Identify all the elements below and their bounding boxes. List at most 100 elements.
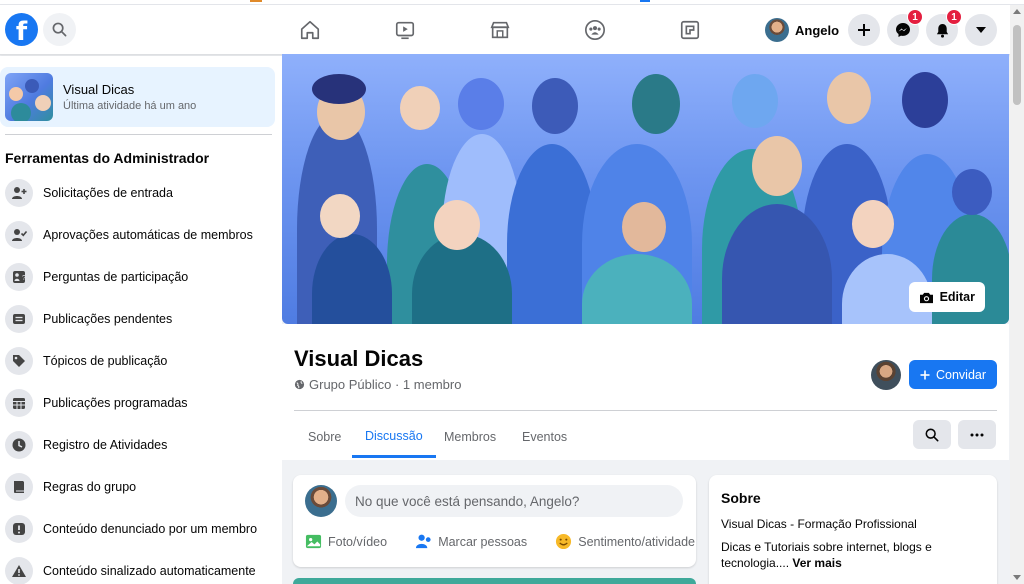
about-card: Sobre Visual Dicas - Formação Profission… [709,475,997,584]
admin-item-reported-content[interactable]: Conteúdo denunciado por um membro [5,508,275,550]
account-menu-button[interactable] [965,14,997,46]
group-search-button[interactable] [913,420,951,449]
admin-item-flagged-content[interactable]: Conteúdo sinalizado automaticamente [5,550,275,584]
tag-people-label: Marcar pessoas [438,534,528,549]
watch-icon [395,21,415,40]
admin-item-label: Publicações pendentes [43,312,173,326]
divider [5,134,272,135]
tag-icon [5,347,33,375]
admin-item-entry-requests[interactable]: Solicitações de entrada [5,172,275,214]
admin-item-label: Solicitações de entrada [43,186,173,200]
admin-item-activity-log[interactable]: Registro de Atividades [5,424,275,466]
notifications-button[interactable]: 1 [926,9,962,46]
tag-people-icon [416,534,431,549]
search-icon [925,428,939,441]
create-button[interactable] [848,14,880,46]
group-privacy-label: Grupo Público · 1 membro [309,377,462,392]
photo-video-button[interactable]: Foto/vídeo [305,533,387,550]
feeling-activity-button[interactable]: Sentimento/atividade [555,533,695,550]
admin-tools-heading: Ferramentas do Administrador [5,150,210,166]
alert-icon [5,515,33,543]
caret-down-icon [976,27,986,33]
plus-icon [858,24,870,36]
plus-icon [920,370,930,379]
admin-item-post-topics[interactable]: Tópicos de publicação [5,340,275,382]
tag-people-button[interactable]: Marcar pessoas [415,533,527,550]
scroll-thumb[interactable] [1013,25,1021,105]
admin-item-label: Registro de Atividades [43,438,168,452]
top-navigation: f Angelo 1 1 [0,5,1010,55]
admin-item-label: Regras do grupo [43,480,137,494]
more-icon [970,433,984,436]
question-icon: ? [5,263,33,291]
messenger-badge: 1 [907,9,923,25]
divider [294,410,997,411]
marketplace-icon [490,21,510,39]
feeling-activity-label: Sentimento/atividade [578,534,695,549]
calendar-icon [5,389,33,417]
edit-cover-button[interactable]: Editar [908,282,985,312]
admin-item-membership-questions[interactable]: ? Perguntas de participação [5,256,275,298]
avatar [305,485,337,517]
tab-discussion[interactable]: Discussão [352,416,436,458]
scroll-up-arrow[interactable] [1013,9,1021,14]
profile-name: Angelo [795,22,840,38]
composer-actions: Foto/vídeo Marcar pessoas Sentimento/ati… [305,533,695,550]
see-more-link[interactable]: Ver mais [792,556,841,570]
admin-item-scheduled-posts[interactable]: Publicações programadas [5,382,275,424]
admin-tools-list: Solicitações de entrada Aprovações autom… [5,172,275,584]
nav-groups[interactable] [575,15,615,45]
post-preview-strip [293,578,696,584]
about-subtitle: Visual Dicas - Formação Profissional [721,517,917,531]
page-scrollbar[interactable] [1010,5,1024,584]
group-activity: Última atividade há um ano [63,100,197,112]
admin-item-label: Publicações programadas [43,396,188,410]
admin-item-label: Aprovações automáticas de membros [43,228,253,242]
admin-item-group-rules[interactable]: Regras do grupo [5,466,275,508]
nav-gaming[interactable] [670,15,710,45]
smiley-icon [556,533,572,550]
bell-icon [936,23,948,38]
tab-members[interactable]: Membros [431,416,509,458]
admin-item-pending-posts[interactable]: Publicações pendentes [5,298,275,340]
photo-icon [305,534,322,549]
nav-marketplace[interactable] [480,15,520,45]
group-title: Visual Dicas [294,346,424,371]
admin-item-auto-approvals[interactable]: Aprovações automáticas de membros [5,214,275,256]
invite-label: Convidar [935,367,987,382]
group-shortcut[interactable]: Visual Dicas Última atividade há um ano [0,67,275,127]
facebook-logo[interactable]: f [5,13,38,46]
gaming-icon [680,20,700,40]
posts-icon [5,305,33,333]
nav-home[interactable] [290,15,330,45]
search-button[interactable] [43,13,76,46]
group-privacy-info: Grupo Público · 1 membro [294,377,461,392]
edit-cover-label: Editar [939,290,975,304]
more-options-button[interactable] [958,420,996,449]
invite-button[interactable]: Convidar [909,360,997,389]
composer-input[interactable]: No que você está pensando, Angelo? [345,485,683,517]
admin-item-label: Tópicos de publicação [43,354,168,368]
tab-about[interactable]: Sobre [295,416,354,458]
member-avatar[interactable] [871,360,901,390]
clock-icon [5,431,33,459]
user-add-icon [5,179,33,207]
admin-item-label: Perguntas de participação [43,270,189,284]
profile-button[interactable]: Angelo [762,14,845,46]
book-icon [5,473,33,501]
warning-icon [5,557,33,584]
nav-watch[interactable] [385,15,425,45]
messenger-button[interactable]: 1 [887,9,923,46]
left-sidebar: Visual Dicas Última atividade há um ano … [0,56,282,584]
user-check-icon [5,221,33,249]
about-description: Dicas e Tutoriais sobre internet, blogs … [721,539,981,571]
messenger-icon [896,23,910,37]
home-icon [300,20,320,40]
about-title: Sobre [721,490,761,506]
composer-placeholder: No que você está pensando, Angelo? [355,493,580,509]
globe-icon [294,379,305,390]
group-thumbnail [5,73,53,121]
group-header: Visual Dicas Grupo Público · 1 membro Co… [282,324,1009,460]
scroll-down-arrow[interactable] [1013,575,1021,580]
tab-events[interactable]: Eventos [509,416,580,458]
